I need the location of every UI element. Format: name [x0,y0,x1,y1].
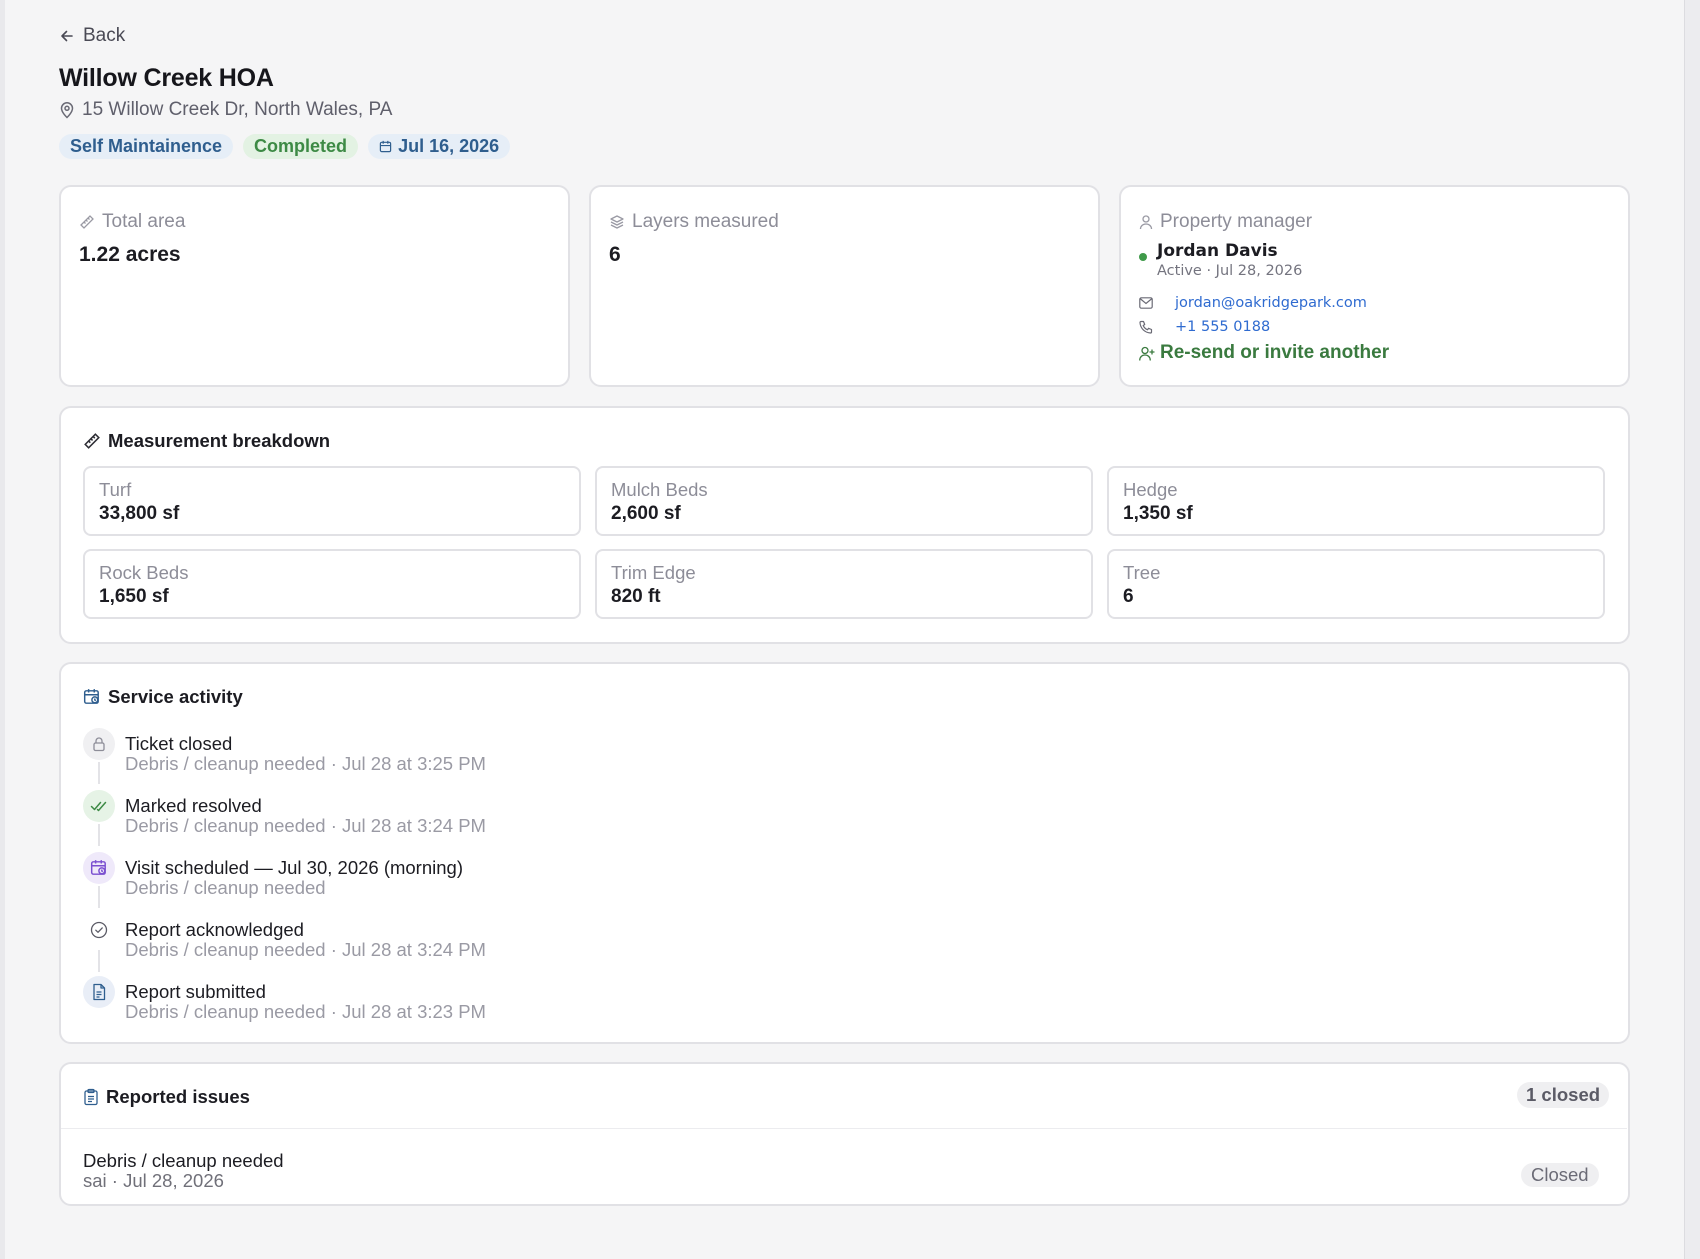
activity-subtitle: Debris / cleanup needed · Jul 28 at 3:24… [125,815,486,836]
tile-value: 820 ft [611,586,661,607]
activity-title-text: Marked resolved [125,795,262,816]
resend-invite-label: Re-send or invite another [1160,342,1390,363]
mail-icon [1139,297,1153,309]
manager-email-link[interactable]: jordan@oakridgepark.com [1175,295,1367,311]
manager-phone-row: +1 555 0188 [1139,319,1270,335]
activity-item: Marked resolved Debris / cleanup needed … [83,790,783,840]
property-tags: Self Maintainence Completed Jul 16, 2026 [59,134,511,159]
scrollbar[interactable] [1684,0,1700,1259]
issues-count-badge: 1 closed [1517,1082,1610,1108]
page-title: Willow Creek HOA [59,64,274,92]
measurement-tile-rock-beds: Rock Beds 1,650 sf [83,549,581,619]
activity-title-text: Visit scheduled — Jul 30, 2026 (morning) [125,857,463,878]
address-text: 15 Willow Creek Dr, North Wales, PA [82,99,393,120]
tile-label: Tree [1123,562,1161,583]
type-badge: Self Maintainence [59,134,234,159]
tile-label: Trim Edge [611,562,696,583]
tile-label: Mulch Beds [611,479,708,500]
back-button[interactable]: Back [59,24,125,48]
ruler-icon [83,432,101,450]
reported-issues-card: Reported issues 1 closed Debris / cleanu… [59,1062,1630,1206]
manager-label-row: Property manager [1139,211,1312,233]
activity-header: Service activity [83,686,243,708]
activity-title-text: Ticket closed [125,733,233,754]
tile-value: 33,800 sf [99,503,180,524]
clipboard-icon [83,1088,99,1106]
measurement-tile-turf: Turf 33,800 sf [83,466,581,536]
activity-subtitle: Debris / cleanup needed · Jul 28 at 3:24… [125,939,486,960]
tile-value: 2,600 sf [611,503,681,524]
property-manager-card: Property manager Jordan Davis Active · J… [1119,185,1630,387]
manager-phone-link[interactable]: +1 555 0188 [1175,319,1270,335]
resend-invite-button[interactable]: Re-send or invite another [1139,342,1389,364]
total-area-label-row: Total area [79,211,185,233]
calendar-clock-icon [83,852,115,884]
ruler-icon [79,214,95,230]
total-area-label: Total area [102,211,186,232]
issue-status-badge: Closed [1521,1163,1599,1187]
manager-name: Jordan Davis [1157,241,1278,261]
service-activity-card: Service activity Ticket closed Debris / … [59,662,1630,1044]
calendar-clock-icon [83,688,101,706]
tile-value: 1,650 sf [99,586,169,607]
date-text: Jul 16, 2026 [398,136,500,156]
measurement-tile-mulch-beds: Mulch Beds 2,600 sf [595,466,1093,536]
divider [61,1128,1627,1129]
layers-value: 6 [609,243,621,266]
measurement-tile-tree: Tree 6 [1107,549,1605,619]
calendar-icon [379,140,392,153]
activity-subtitle: Debris / cleanup needed · Jul 28 at 3:25… [125,753,486,774]
arrow-left-icon [59,28,75,44]
document-icon [83,976,115,1008]
back-label: Back [83,25,126,46]
total-area-value: 1.22 acres [79,243,181,266]
manager-email-row: jordan@oakridgepark.com [1139,295,1367,311]
tile-value: 6 [1123,586,1134,607]
activity-title-text: Report acknowledged [125,919,304,940]
layers-label-row: Layers measured [609,211,779,233]
active-status-dot [1139,253,1147,261]
issues-title: Reported issues [106,1086,250,1107]
manager-label: Property manager [1160,211,1313,232]
measurement-breakdown-card: Measurement breakdown Turf 33,800 sf Mul… [59,406,1630,644]
activity-item: Report acknowledged Debris / cleanup nee… [83,914,783,964]
map-pin-icon [59,101,75,119]
activity-item: Visit scheduled — Jul 30, 2026 (morning)… [83,852,783,902]
activity-item: Ticket closed Debris / cleanup needed · … [83,728,783,778]
left-rail [0,0,5,1259]
double-check-icon [83,790,115,822]
phone-icon [1139,320,1153,334]
total-area-card: Total area 1.22 acres [59,185,570,387]
layers-icon [609,214,625,230]
activity-item: Report submitted Debris / cleanup needed… [83,976,783,1026]
tile-label: Hedge [1123,479,1178,500]
tile-label: Rock Beds [99,562,189,583]
activity-title: Service activity [108,686,243,707]
issues-header: Reported issues [83,1086,250,1108]
issue-meta: sai · Jul 28, 2026 [83,1170,224,1191]
measurement-tile-trim-edge: Trim Edge 820 ft [595,549,1093,619]
lock-icon [83,728,115,760]
activity-title-text: Report submitted [125,981,266,1002]
breakdown-header: Measurement breakdown [83,430,330,452]
tile-value: 1,350 sf [1123,503,1193,524]
tile-label: Turf [99,479,132,500]
property-address: 15 Willow Creek Dr, North Wales, PA [59,99,392,121]
manager-status: Active · Jul 28, 2026 [1157,263,1303,279]
measurement-tile-hedge: Hedge 1,350 sf [1107,466,1605,536]
layers-label: Layers measured [632,211,779,232]
user-icon [1139,214,1153,230]
breakdown-title: Measurement breakdown [108,430,331,451]
layers-card: Layers measured 6 [589,185,1100,387]
activity-subtitle: Debris / cleanup needed [125,877,326,898]
date-badge: Jul 16, 2026 [368,134,511,159]
check-circle-icon [83,914,115,946]
activity-subtitle: Debris / cleanup needed · Jul 28 at 3:23… [125,1001,486,1022]
status-badge: Completed [243,134,359,159]
issue-title[interactable]: Debris / cleanup needed [83,1150,284,1172]
user-plus-icon [1139,346,1155,361]
